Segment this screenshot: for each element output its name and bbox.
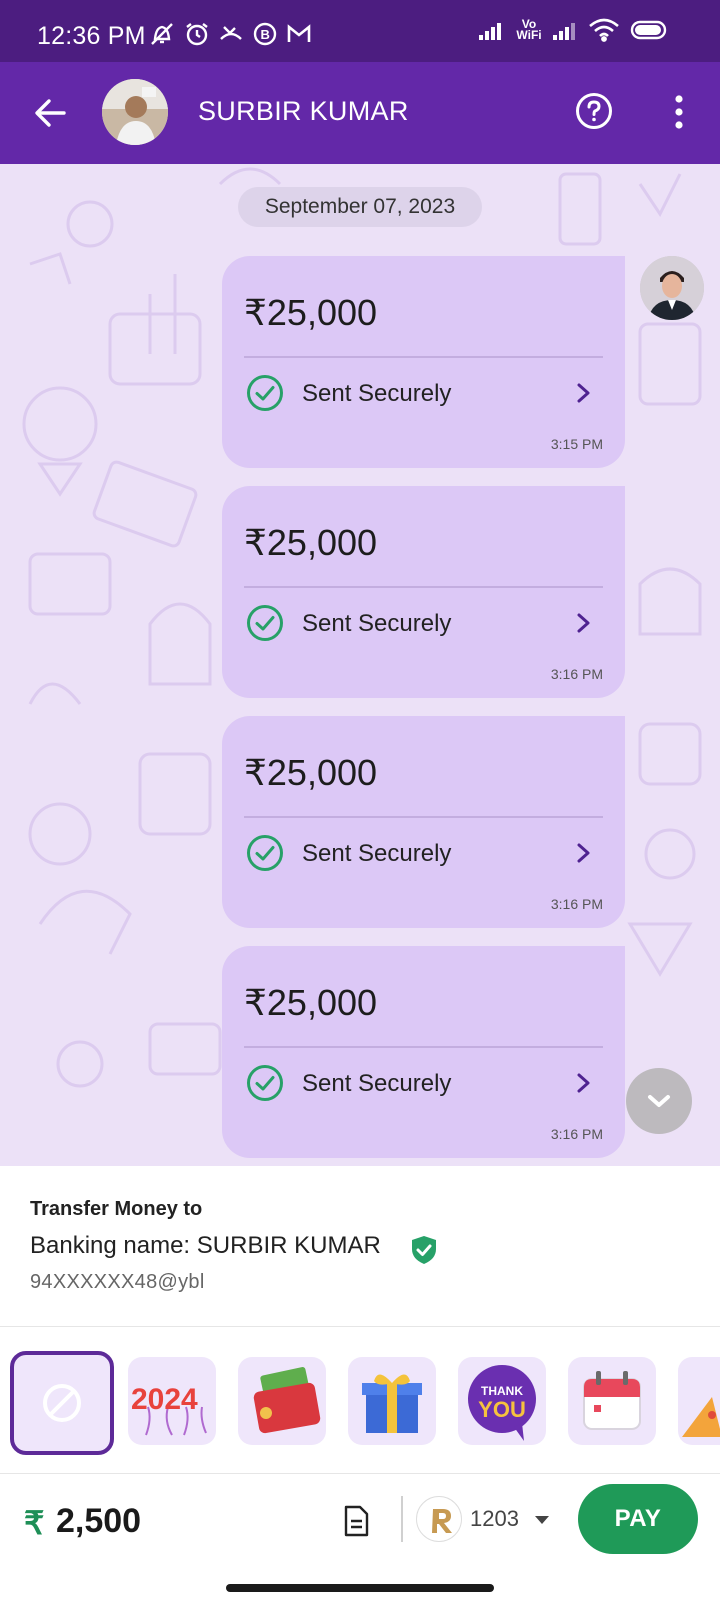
- payment-amount: ₹25,000: [244, 522, 378, 563]
- payment-message[interactable]: ₹25,000 Sent Securely 3:16 PM: [222, 716, 625, 928]
- payment-amount: ₹25,000: [244, 752, 378, 793]
- missed-call-icon: [220, 26, 242, 40]
- message-time: 3:16 PM: [550, 1126, 603, 1142]
- sticker-thank-text: THANK: [481, 1384, 523, 1398]
- status-icons-right: Vo WiFi: [478, 18, 670, 42]
- chevron-right-icon[interactable]: [572, 1072, 594, 1094]
- vowifi-label: Vo WiFi: [516, 17, 542, 42]
- payment-status: Sent Securely: [302, 380, 452, 407]
- wifi-icon: [589, 18, 619, 42]
- amount-input[interactable]: 2,500: [56, 1502, 141, 1541]
- scroll-to-bottom-button[interactable]: [626, 1068, 692, 1134]
- bank-logo[interactable]: [416, 1496, 462, 1542]
- verified-shield-icon: [412, 1236, 436, 1264]
- sticker-you-text: YOU: [478, 1397, 526, 1422]
- divider: [401, 1496, 403, 1542]
- status-time: 12:36 PM: [37, 22, 146, 50]
- transfer-title: Transfer Money to: [30, 1198, 203, 1220]
- payment-message[interactable]: ₹25,000 Sent Securely 3:16 PM: [222, 946, 625, 1158]
- chevron-right-icon[interactable]: [572, 612, 594, 634]
- sticker-gift[interactable]: [348, 1357, 436, 1445]
- bank-logo-icon: [432, 1509, 452, 1533]
- payment-status: Sent Securely: [302, 840, 452, 867]
- sticker-year-text: 2024: [131, 1383, 198, 1416]
- sender-avatar[interactable]: [640, 256, 704, 320]
- sticker-party[interactable]: [678, 1357, 720, 1445]
- payment-status: Sent Securely: [302, 1070, 452, 1097]
- alarm-icon: [186, 23, 208, 46]
- transfer-panel: Transfer Money to Banking name: SURBIR K…: [0, 1166, 720, 1326]
- status-bar: 12:36 PM B Vo WiFi: [0, 0, 720, 62]
- message-time: 3:16 PM: [550, 666, 603, 682]
- upi-id: 94XXXXXX48@ybl: [30, 1271, 205, 1293]
- contact-name[interactable]: SURBIR KUMAR: [198, 96, 409, 127]
- chat-thread[interactable]: September 07, 2023 ₹25,000 Sent Securely…: [0, 164, 720, 1166]
- more-options-icon[interactable]: [664, 92, 694, 132]
- check-circle-icon: [247, 375, 283, 411]
- rupee-icon: ₹: [24, 1505, 45, 1541]
- gift-box-icon: [362, 1374, 422, 1433]
- payment-bar: ₹ 2,500 1203 PAY: [0, 1474, 720, 1600]
- sticker-new-year[interactable]: 2024: [128, 1357, 216, 1445]
- help-icon[interactable]: [574, 91, 614, 131]
- cash-envelope-icon: [253, 1367, 321, 1434]
- date-divider: September 07, 2023: [238, 187, 482, 227]
- home-indicator: [226, 1584, 494, 1592]
- chevron-down-icon: [648, 1095, 670, 1107]
- payment-status: Sent Securely: [302, 610, 452, 637]
- sticker-strip[interactable]: 2024 THANK YOU: [0, 1326, 720, 1474]
- check-circle-icon: [247, 605, 283, 641]
- calendar-icon: [583, 1371, 641, 1430]
- payment-amount: ₹25,000: [244, 982, 378, 1023]
- caret-down-icon[interactable]: [534, 1514, 550, 1526]
- divider: [244, 586, 603, 588]
- sticker-none[interactable]: [10, 1351, 114, 1455]
- status-icons-left: B: [148, 20, 312, 48]
- sticker-calendar[interactable]: [568, 1357, 656, 1445]
- divider: [244, 356, 603, 358]
- divider: [244, 816, 603, 818]
- svg-text:B: B: [261, 27, 270, 42]
- payment-amount: ₹25,000: [244, 292, 378, 333]
- chevron-right-icon[interactable]: [572, 382, 594, 404]
- sticker-thank-you[interactable]: THANK YOU: [458, 1357, 546, 1445]
- gmail-icon: [287, 24, 311, 42]
- signal-icon: [479, 23, 501, 40]
- back-arrow-icon[interactable]: [28, 90, 74, 136]
- chat-header: SURBIR KUMAR: [0, 62, 720, 164]
- party-hat-icon: [682, 1397, 720, 1437]
- none-icon: [43, 1384, 81, 1422]
- battery-icon: [630, 20, 667, 40]
- payment-message[interactable]: ₹25,000 Sent Securely 3:16 PM: [222, 486, 625, 698]
- thank-you-bubble-icon: THANK YOU: [468, 1365, 536, 1441]
- note-icon[interactable]: [340, 1504, 372, 1538]
- mute-icon: [151, 23, 173, 45]
- divider: [244, 1046, 603, 1048]
- chevron-right-icon[interactable]: [572, 842, 594, 864]
- contact-avatar[interactable]: [102, 79, 168, 145]
- signal-icon: [553, 23, 575, 40]
- message-time: 3:15 PM: [550, 436, 603, 452]
- account-number[interactable]: 1203: [470, 1506, 519, 1532]
- check-circle-icon: [247, 1065, 283, 1101]
- banking-name: Banking name: SURBIR KUMAR: [30, 1232, 381, 1259]
- payment-message[interactable]: ₹25,000 Sent Securely 3:15 PM: [222, 256, 625, 468]
- sticker-cash[interactable]: [238, 1357, 326, 1445]
- new-year-2024-icon: 2024: [131, 1383, 207, 1436]
- pay-button[interactable]: PAY: [578, 1484, 698, 1554]
- business-whatsapp-icon: B: [253, 22, 277, 46]
- message-time: 3:16 PM: [550, 896, 603, 912]
- check-circle-icon: [247, 835, 283, 871]
